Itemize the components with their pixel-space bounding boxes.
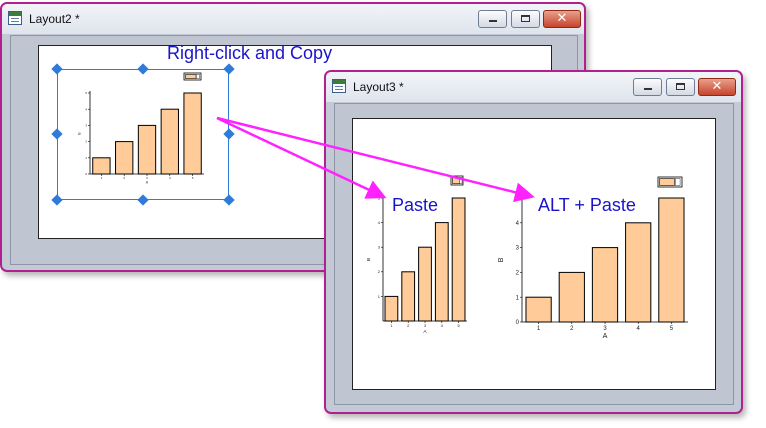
- layout-window-icon: [8, 11, 22, 25]
- maximize-icon: [521, 15, 530, 22]
- layout2-close-button[interactable]: ✕: [543, 10, 581, 28]
- layout-window-icon: [332, 79, 346, 93]
- close-icon: ✕: [711, 79, 723, 94]
- copy-caption: Right-click and Copy: [167, 43, 333, 63]
- layout3-title: Layout3 *: [353, 80, 404, 94]
- layout2-title: Layout2 *: [29, 12, 80, 26]
- layout2-minimize-button[interactable]: [478, 10, 507, 28]
- layout3-maximize-button[interactable]: [666, 78, 695, 96]
- layout3-client-area[interactable]: [334, 103, 734, 405]
- selection-box[interactable]: [57, 69, 229, 200]
- layout3-titlebar[interactable]: Layout3 * ✕: [326, 72, 741, 102]
- minimize-icon: [489, 20, 497, 22]
- layout3-page[interactable]: [352, 118, 716, 390]
- layout3-window[interactable]: Layout3 * ✕: [324, 70, 743, 414]
- alt-paste-caption: ALT + Paste: [538, 195, 636, 215]
- minimize-icon: [644, 88, 652, 90]
- maximize-icon: [676, 83, 685, 90]
- layout3-close-button[interactable]: ✕: [698, 78, 736, 96]
- close-icon: ✕: [556, 11, 568, 26]
- layout2-maximize-button[interactable]: [511, 10, 540, 28]
- layout2-titlebar[interactable]: Layout2 * ✕: [2, 4, 584, 34]
- paste-caption: Paste: [392, 195, 439, 215]
- layout3-minimize-button[interactable]: [633, 78, 662, 96]
